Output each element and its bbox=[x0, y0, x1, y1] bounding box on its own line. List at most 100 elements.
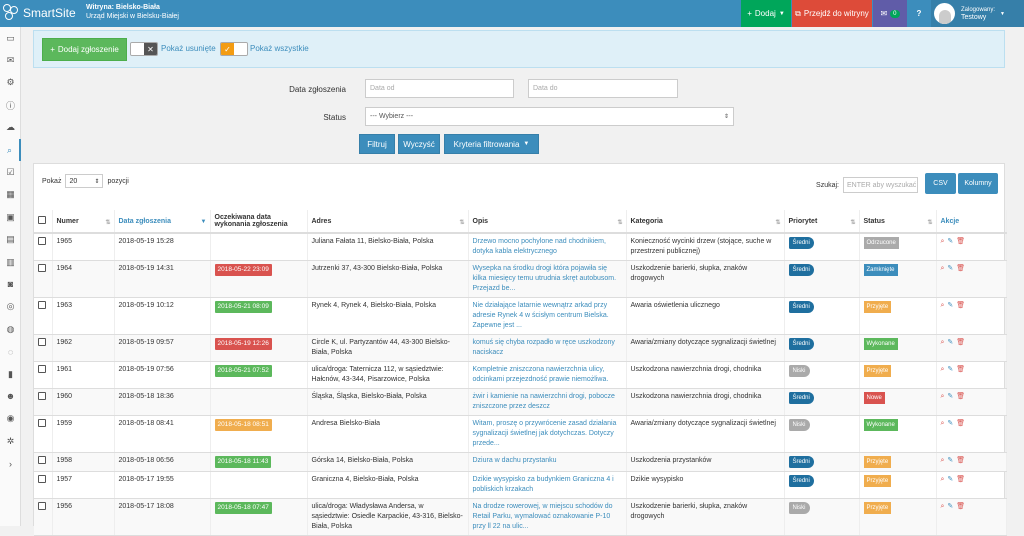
show-deleted-toggle[interactable]: ✕ bbox=[130, 42, 158, 56]
table-row[interactable]: 1956 2018-05-17 18:08 2018-05-18 07:47 ulic… bbox=[34, 498, 1007, 536]
row-checkbox[interactable] bbox=[38, 301, 46, 309]
logo[interactable]: SmartSite bbox=[3, 4, 76, 21]
table-row[interactable]: 1962 2018-05-19 09:57 2018-05-19 12:26 Circ… bbox=[34, 334, 1007, 362]
view-icon[interactable]: ⌕ bbox=[941, 475, 945, 485]
view-icon[interactable]: ⌕ bbox=[941, 264, 945, 274]
col-header-oczekiwana-data[interactable]: Oczekiwana data wykonania zgłoszenia bbox=[210, 210, 308, 234]
view-icon[interactable]: ⌕ bbox=[941, 419, 945, 429]
page-size-select[interactable]: 20 ⇕ bbox=[65, 174, 104, 188]
sidebar-item-rss[interactable]: ◙ bbox=[0, 273, 21, 295]
delete-icon[interactable]: 🗑︎ bbox=[956, 392, 965, 402]
user-menu[interactable]: Zalogowany: Testowy ▼ bbox=[931, 0, 1024, 27]
row-checkbox[interactable] bbox=[38, 392, 46, 400]
add-report-button[interactable]: + Dodaj zgłoszenie bbox=[42, 38, 127, 61]
view-icon[interactable]: ⌕ bbox=[941, 237, 945, 247]
edit-icon[interactable]: ✎ bbox=[947, 502, 953, 512]
filter-criteria-button[interactable]: Kryteria filtrowania ▼ bbox=[444, 134, 539, 154]
sidebar-item-comments[interactable]: ◌ bbox=[0, 340, 21, 362]
sidebar-item-search[interactable]: ⌕ bbox=[0, 138, 21, 162]
row-checkbox[interactable] bbox=[38, 237, 46, 245]
col-header-status[interactable]: Status ⇅ bbox=[859, 210, 937, 234]
description-link[interactable]: Nie działające latarnie wewnątrz arkad p… bbox=[473, 302, 609, 329]
col-header-priorytet[interactable]: Priorytet ⇅ bbox=[784, 210, 860, 234]
description-link[interactable]: Dziura w dachu przystanku bbox=[473, 457, 557, 464]
table-row[interactable]: 1960 2018-05-18 18:36 Śląska, Śląska, Biel… bbox=[34, 388, 1007, 416]
description-link[interactable]: Drzewo mocno pochylone nad chodnikiem, d… bbox=[473, 238, 606, 255]
col-header-kategoria[interactable]: Kategoria ⇅ bbox=[626, 210, 785, 234]
edit-icon[interactable]: ✎ bbox=[947, 456, 953, 466]
description-link[interactable]: Dzikie wysypisko za budynkiem Graniczna … bbox=[473, 476, 614, 493]
row-checkbox[interactable] bbox=[38, 475, 46, 483]
goto-site-button[interactable]: ⧉ Przejdź do witryny bbox=[792, 0, 872, 27]
delete-icon[interactable]: 🗑︎ bbox=[956, 456, 965, 466]
view-icon[interactable]: ⌕ bbox=[941, 365, 945, 375]
sidebar-item-cloud[interactable]: ☁ bbox=[0, 117, 21, 139]
view-icon[interactable]: ⌕ bbox=[941, 456, 945, 466]
edit-icon[interactable]: ✎ bbox=[947, 301, 953, 311]
description-link[interactable]: żwir i kamienie na nawierzchni drogi, po… bbox=[473, 393, 615, 410]
sidebar-item-advanced[interactable]: ✲ bbox=[0, 430, 21, 452]
edit-icon[interactable]: ✎ bbox=[947, 475, 953, 485]
mail-button[interactable]: ✉ 0 bbox=[873, 0, 907, 27]
description-link[interactable]: Wysepka na środku drogi która pojawiła s… bbox=[473, 265, 617, 292]
edit-icon[interactable]: ✎ bbox=[947, 264, 953, 274]
sidebar-item-dashboard[interactable]: ▭ bbox=[0, 27, 21, 49]
edit-icon[interactable]: ✎ bbox=[947, 237, 953, 247]
filter-button[interactable]: Filtruj bbox=[359, 134, 395, 154]
description-link[interactable]: Witam, proszę o przywrócenie zasad dział… bbox=[473, 420, 617, 447]
edit-icon[interactable]: ✎ bbox=[947, 392, 953, 402]
edit-icon[interactable]: ✎ bbox=[947, 365, 953, 375]
select-all-checkbox[interactable] bbox=[38, 216, 46, 224]
table-row[interactable]: 1963 2018-05-19 10:12 2018-05-21 08:09 Ryne… bbox=[34, 297, 1007, 335]
delete-icon[interactable]: 🗑︎ bbox=[956, 264, 965, 274]
delete-icon[interactable]: 🗑︎ bbox=[956, 502, 965, 512]
sidebar-item-images[interactable]: ▣ bbox=[0, 206, 21, 228]
row-checkbox[interactable] bbox=[38, 419, 46, 427]
sidebar-item-info[interactable]: ⓘ bbox=[0, 94, 21, 116]
search-input[interactable]: ENTER aby wyszukać bbox=[843, 177, 918, 193]
delete-icon[interactable]: 🗑︎ bbox=[956, 419, 965, 429]
table-row[interactable]: 1964 2018-05-19 14:31 2018-05-22 23:09 Jutr… bbox=[34, 260, 1007, 298]
help-button[interactable]: ? bbox=[908, 0, 930, 27]
delete-icon[interactable]: 🗑︎ bbox=[956, 237, 965, 247]
row-checkbox[interactable] bbox=[38, 264, 46, 272]
row-checkbox[interactable] bbox=[38, 365, 46, 373]
sidebar-item-users[interactable]: ☻ bbox=[0, 385, 21, 407]
sidebar-item-film[interactable]: ▦ bbox=[0, 184, 21, 206]
sidebar-item-stats[interactable]: ▮ bbox=[0, 363, 21, 385]
clear-button[interactable]: Wyczyść bbox=[398, 134, 440, 154]
table-row[interactable]: 1957 2018-05-17 19:55 Graniczna 4, Bielsko… bbox=[34, 471, 1007, 499]
sidebar-item-calendar[interactable]: ▥ bbox=[0, 251, 21, 273]
table-row[interactable]: 1965 2018-05-19 15:28 Juliana Fałata 11, B… bbox=[34, 233, 1007, 261]
row-checkbox[interactable] bbox=[38, 456, 46, 464]
sidebar-item-settings[interactable]: ⚙ bbox=[0, 72, 21, 94]
col-header-adres[interactable]: Adres ⇅ bbox=[307, 210, 469, 234]
col-header-data-zgloszenia[interactable]: Data zgłoszenia ▼ bbox=[114, 210, 211, 234]
table-row[interactable]: 1959 2018-05-18 08:41 2018-05-18 08:51 Andr… bbox=[34, 415, 1007, 453]
csv-button[interactable]: CSV bbox=[925, 173, 956, 194]
show-all-toggle[interactable]: ✓ bbox=[220, 42, 248, 56]
date-to-input[interactable]: Data do bbox=[528, 79, 678, 98]
table-row[interactable]: 1958 2018-05-18 06:56 2018-05-18 11:43 Górs… bbox=[34, 452, 1007, 472]
sidebar-collapse[interactable]: › bbox=[0, 452, 21, 474]
delete-icon[interactable]: 🗑︎ bbox=[956, 338, 965, 348]
row-checkbox[interactable] bbox=[38, 338, 46, 346]
delete-icon[interactable]: 🗑︎ bbox=[956, 475, 965, 485]
edit-icon[interactable]: ✎ bbox=[947, 338, 953, 348]
col-header-opis[interactable]: Opis ⇅ bbox=[468, 210, 627, 234]
sidebar-item-chat[interactable]: ◉ bbox=[0, 408, 21, 430]
date-from-input[interactable]: Data od bbox=[365, 79, 514, 98]
sidebar-item-messages[interactable]: ✉ bbox=[0, 49, 21, 71]
add-dropdown-button[interactable]: + Dodaj ▼ bbox=[741, 0, 791, 27]
delete-icon[interactable]: 🗑︎ bbox=[956, 301, 965, 311]
view-icon[interactable]: ⌕ bbox=[941, 392, 945, 402]
description-link[interactable]: Kompletnie zniszczona nawierzchnia ulicy… bbox=[473, 366, 609, 383]
table-row[interactable]: 1961 2018-05-19 07:56 2018-05-21 07:52 ulic… bbox=[34, 361, 1007, 389]
description-link[interactable]: komuś się chyba rozpadło w ręce uszkodzo… bbox=[473, 339, 615, 356]
columns-button[interactable]: Kolumny bbox=[958, 173, 998, 194]
sidebar-item-target[interactable]: ◎ bbox=[0, 296, 21, 318]
delete-icon[interactable]: 🗑︎ bbox=[956, 365, 965, 375]
row-checkbox[interactable] bbox=[38, 502, 46, 510]
view-icon[interactable]: ⌕ bbox=[941, 338, 945, 348]
view-icon[interactable]: ⌕ bbox=[941, 301, 945, 311]
